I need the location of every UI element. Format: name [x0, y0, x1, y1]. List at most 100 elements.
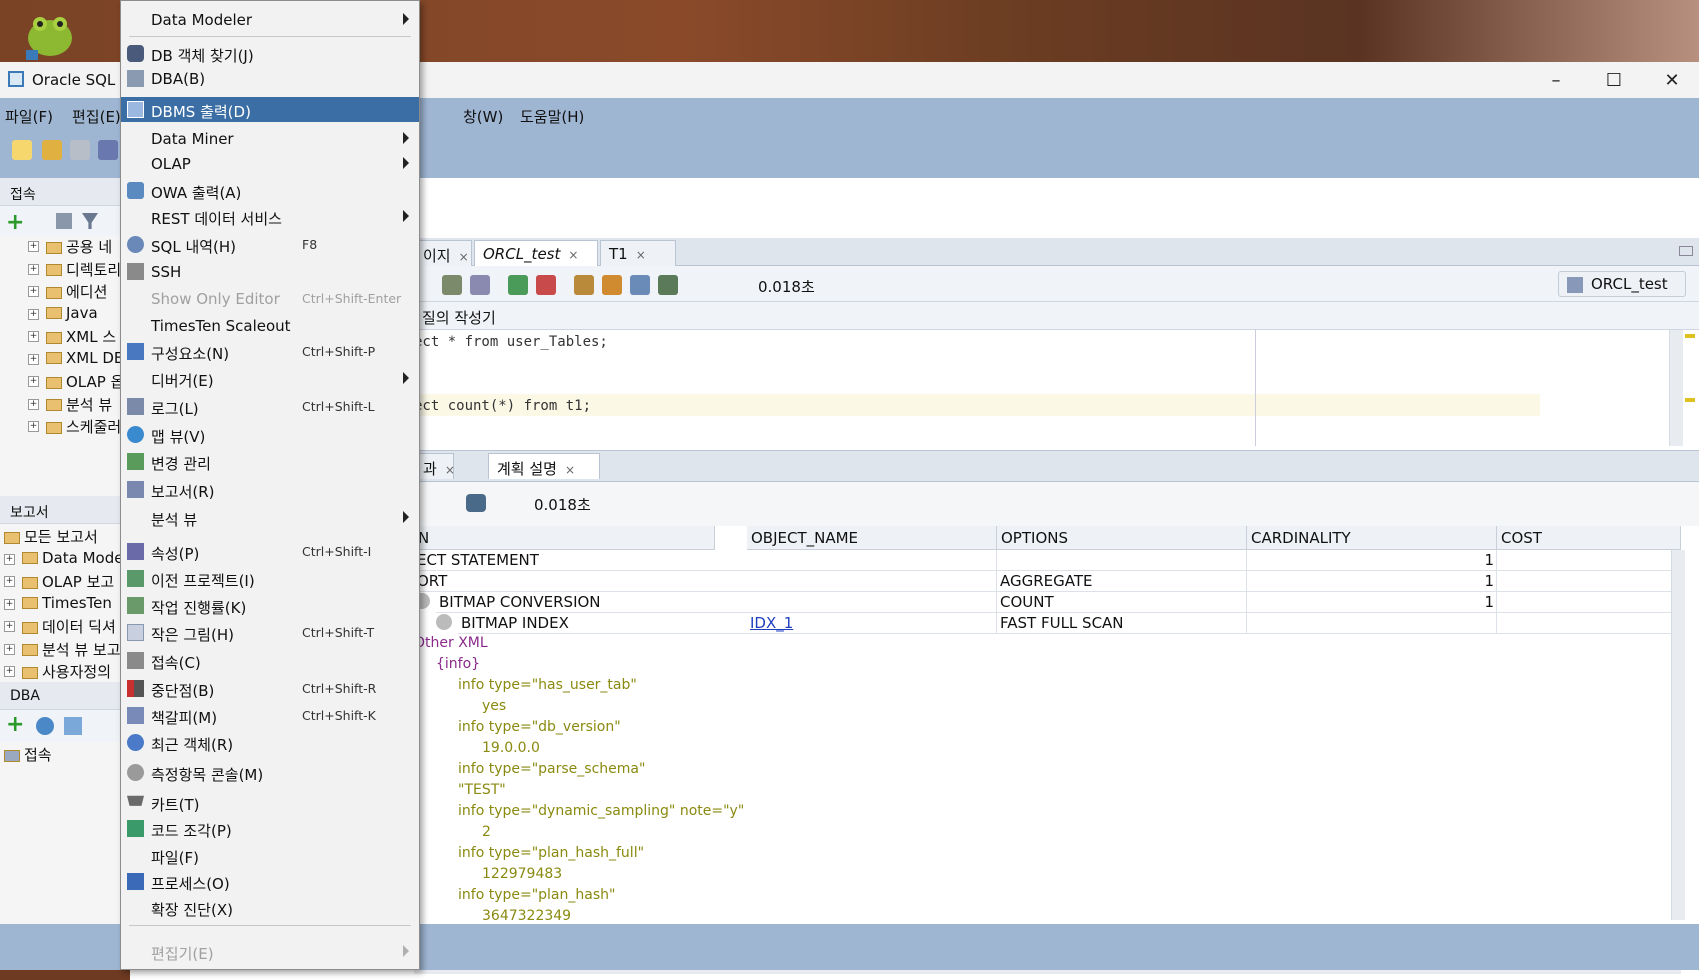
xml-info-type[interactable]: info type="plan_hash_full" [458, 845, 644, 861]
tree-item[interactable]: + 데이터 딕셔 [0, 616, 130, 639]
menu-item-connections[interactable]: 접속(C) [121, 648, 419, 673]
tab-explain-plan[interactable]: 계획 설명 × [488, 453, 600, 479]
menu-item-task-progress[interactable]: 작업 진행률(K) [121, 593, 419, 618]
menu-item-code-snippets[interactable]: 코드 조각(P) [121, 816, 419, 841]
clear-icon[interactable] [602, 275, 622, 295]
refresh-icon[interactable] [36, 717, 54, 735]
menu-item-data-miner[interactable]: Data Miner [121, 126, 419, 151]
menu-item-extended-diagnostics[interactable]: 확장 진단(X) [121, 895, 419, 920]
tree-item[interactable]: + Data Model [0, 549, 130, 572]
menu-item-ssh[interactable]: SSH [121, 259, 419, 284]
menu-item-data-modeler[interactable]: Data Modeler [121, 7, 419, 32]
xml-info-type[interactable]: info type="dynamic_sampling" note="y" [458, 803, 744, 819]
tree-item[interactable]: + 분석 뷰 보고 [0, 639, 130, 662]
tab-orcl-test[interactable]: ORCL_test × [474, 240, 598, 266]
menu-item-find-db-object[interactable]: DB 객체 찾기(J) [121, 41, 419, 66]
close-window-button[interactable]: ✕ [1643, 62, 1699, 98]
editor-scrollbar[interactable] [1669, 330, 1683, 446]
plan-operation[interactable]: ECT STATEMENT [414, 550, 747, 571]
menu-item-rest-data-services[interactable]: REST 데이터 서비스 [121, 204, 419, 229]
menu-item-debugger[interactable]: 디버거(E) [121, 366, 419, 391]
xml-info-type[interactable]: info type="db_version" [458, 719, 621, 735]
menu-item-timesten-scaleout[interactable]: TimesTen Scaleout [121, 313, 419, 338]
menu-item-files[interactable]: 파일(F) [121, 843, 419, 868]
history-icon[interactable] [630, 275, 650, 295]
menu-item-reports[interactable]: 보고서(R) [121, 477, 419, 502]
close-tab-icon[interactable]: × [445, 463, 455, 477]
column-header[interactable]: CARDINALITY [1247, 526, 1497, 550]
menu-item-olap[interactable]: OLAP [121, 151, 419, 176]
menu-item-cart[interactable]: 카트(T) [121, 790, 419, 815]
run-script-icon[interactable] [442, 275, 462, 295]
tree-item[interactable]: 모든 보고서 [0, 526, 130, 549]
menu-item-show-only-editor[interactable]: Show Only Editor Ctrl+Shift-Enter [121, 286, 419, 311]
save-icon[interactable] [70, 140, 90, 160]
menu-item-components[interactable]: 구성요소(N) Ctrl+Shift-P [121, 339, 419, 364]
close-tab-icon[interactable]: × [459, 250, 469, 264]
menu-item-editor[interactable]: 편집기(E) [121, 939, 419, 964]
menu-file[interactable]: 파일(F) [5, 106, 53, 127]
close-tab-icon[interactable]: × [568, 248, 578, 262]
plan-object-link[interactable]: IDX_1 [747, 613, 997, 634]
tree-item[interactable]: + OLAP 옵 [0, 371, 130, 394]
menu-item-metrics-console[interactable]: 측정항목 콘솔(M) [121, 760, 419, 785]
open-folder-icon[interactable] [42, 140, 62, 160]
xml-info-type[interactable]: info type="has_user_tab" [458, 677, 637, 693]
plan-cost[interactable] [1497, 550, 1681, 571]
tree-item[interactable]: + OLAP 보고 [0, 571, 130, 594]
plan-object[interactable] [747, 571, 997, 592]
refresh-icon[interactable] [56, 213, 72, 229]
minimize-button[interactable]: – [1527, 62, 1585, 98]
plan-operation[interactable]: BITMAP INDEX [458, 613, 747, 634]
tree-item[interactable]: + 에디션 [0, 281, 130, 304]
menu-window[interactable]: 창(W) [463, 106, 503, 127]
menu-item-processes[interactable]: 프로세스(O) [121, 869, 419, 894]
maximize-button[interactable]: ☐ [1585, 62, 1643, 98]
new-icon[interactable] [12, 140, 32, 160]
plan-options[interactable] [997, 550, 1247, 571]
menu-item-analytic-view[interactable]: 분석 뷰 [121, 505, 419, 530]
menu-item-dbms-output[interactable]: DBMS 출력(D) [121, 97, 419, 123]
commit-icon[interactable] [508, 275, 528, 295]
binoculars-icon[interactable] [466, 494, 486, 512]
tab-t1[interactable]: T1 × [600, 240, 676, 266]
plan-options[interactable]: AGGREGATE [997, 571, 1247, 592]
format-icon[interactable] [658, 275, 678, 295]
tree-item[interactable]: + TimesTen [0, 594, 130, 617]
tree-item[interactable]: + 분석 뷰 [0, 394, 130, 417]
column-header[interactable]: OPTIONS [997, 526, 1247, 550]
filter-icon[interactable] [82, 213, 98, 229]
plan-cost[interactable] [1497, 613, 1681, 634]
menu-item-owa-output[interactable]: OWA 출력(A) [121, 178, 419, 203]
plan-options[interactable]: COUNT [997, 592, 1247, 613]
tree-item[interactable]: 접속 [0, 744, 130, 767]
add-icon[interactable]: + [6, 712, 24, 737]
plan-object[interactable] [747, 550, 997, 571]
menu-item-legacy-project[interactable]: 이전 프로젝트(I) [121, 566, 419, 591]
tree-item[interactable]: + 디렉토리 [0, 259, 130, 282]
close-tab-icon[interactable]: × [636, 248, 646, 262]
menu-item-change-management[interactable]: 변경 관리 [121, 449, 419, 474]
tree-item[interactable]: + 사용자정의 [0, 661, 130, 684]
menu-item-recent-objects[interactable]: 최근 객체(R) [121, 730, 419, 755]
close-tab-icon[interactable]: × [565, 463, 575, 477]
sql-tuning-icon[interactable] [574, 275, 594, 295]
connection-selector[interactable]: ORCL_test [1558, 271, 1686, 297]
menu-help[interactable]: 도움말(H) [520, 106, 584, 127]
plan-operation[interactable]: BITMAP CONVERSION [436, 592, 747, 613]
tab-list-icon[interactable] [1679, 246, 1693, 256]
autotrace-icon[interactable] [470, 275, 490, 295]
rollback-icon[interactable] [536, 275, 556, 295]
plan-options[interactable]: FAST FULL SCAN [997, 613, 1247, 634]
menu-edit[interactable]: 편집(E) [72, 106, 121, 127]
plan-cardinality[interactable] [1247, 613, 1497, 634]
xml-root[interactable]: {info} [436, 656, 480, 672]
column-header[interactable]: N [414, 526, 715, 550]
menu-item-bookmarks[interactable]: 책갈피(M) Ctrl+Shift-K [121, 703, 419, 728]
tree-item[interactable]: + XML DE [0, 349, 130, 372]
tree-item[interactable]: + 스케줄러 [0, 416, 130, 439]
menu-item-map-view[interactable]: 맵 뷰(V) [121, 422, 419, 447]
menu-item-properties[interactable]: 속성(P) Ctrl+Shift-I [121, 539, 419, 564]
tree-item[interactable]: + XML 스 [0, 326, 130, 349]
plan-cost[interactable] [1497, 592, 1681, 613]
